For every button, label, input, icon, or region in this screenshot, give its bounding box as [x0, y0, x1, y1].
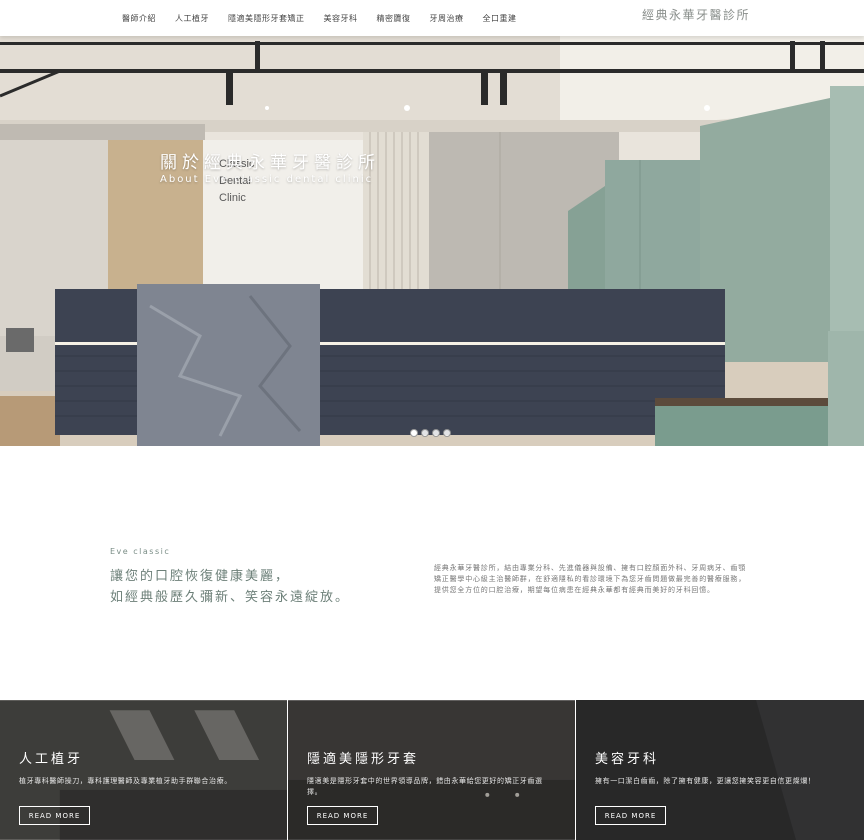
card-description: 隱適美是隱形牙套中的世界領導品牌，錯由永華給您更好的矯正牙齒選擇。 — [307, 777, 543, 796]
main-nav: 醫師介紹 人工植牙 隱適美隱形牙套矯正 美容牙科 精密贗復 牙周治療 全口重建 — [122, 0, 536, 36]
hero-banner: Classic Dental Clinic 關於經典永華牙醫診所 About E… — [0, 36, 864, 446]
hero-interior-photo — [0, 36, 864, 446]
service-card-cosmetic[interactable]: 美容牙科 擁有一口潔白齒齒，除了擁有健康，更讓您擁笑容更自信更燦爛！ READ … — [576, 700, 864, 840]
about-intro: 經典永華牙醫診所，結由專業分科、先進儀器與設備、擁有口腔顏面外科、牙周病牙、齒顎… — [434, 564, 746, 594]
slider-pagination — [410, 429, 451, 437]
card-title: 人工植牙 — [19, 752, 84, 767]
service-card-invisalign[interactable]: 隱適美隱形牙套 隱適美是隱形牙套中的世界領導品牌，錯由永華給您更好的矯正牙齒選擇… — [288, 700, 576, 840]
site-header: 醫師介紹 人工植牙 隱適美隱形牙套矯正 美容牙科 精密贗復 牙周治療 全口重建 … — [0, 0, 864, 36]
slider-dot[interactable] — [443, 429, 451, 437]
nav-item-prosthetics[interactable]: 精密贗復 — [377, 13, 411, 24]
hero-subtitle: About Eve classic dental clinic — [160, 174, 374, 185]
card-description: 植牙專科醫師操刀，專科護理醫師及專業植牙助手群聯合治療。 — [19, 777, 232, 785]
card-description: 擁有一口潔白齒齒，除了擁有健康，更讓您擁笑容更自信更燦爛！ — [595, 777, 816, 785]
read-more-button[interactable]: READ MORE — [19, 806, 90, 825]
read-more-button[interactable]: READ MORE — [307, 806, 378, 825]
headline-line-1: 讓您的口腔恢復健康美麗， — [110, 569, 291, 584]
read-more-button[interactable]: READ MORE — [595, 806, 666, 825]
about-headline: 讓您的口腔恢復健康美麗， 如經典般歷久彌新、笑容永遠綻放。 — [110, 566, 350, 608]
hero-title: 關於經典永華牙醫診所 — [160, 153, 380, 173]
card-title: 美容牙科 — [595, 752, 660, 767]
nav-item-periodontal[interactable]: 牙周治療 — [430, 13, 464, 24]
about-eyebrow: Eve classic — [110, 547, 171, 556]
nav-item-implant[interactable]: 人工植牙 — [175, 13, 209, 24]
service-cards: 人工植牙 植牙專科醫師操刀，專科護理醫師及專業植牙助手群聯合治療。 READ M… — [0, 700, 864, 840]
nav-item-full-mouth[interactable]: 全口重建 — [483, 13, 517, 24]
nav-item-doctors[interactable]: 醫師介紹 — [122, 13, 156, 24]
nav-item-invisalign[interactable]: 隱適美隱形牙套矯正 — [228, 13, 305, 24]
headline-line-2: 如經典般歷久彌新、笑容永遠綻放。 — [110, 590, 351, 605]
clinic-logo[interactable]: 經典永華牙醫診所 — [642, 6, 750, 23]
slider-dot[interactable] — [410, 429, 418, 437]
nav-item-cosmetic[interactable]: 美容牙科 — [324, 13, 358, 24]
slider-dot[interactable] — [432, 429, 440, 437]
card-title: 隱適美隱形牙套 — [307, 752, 420, 767]
service-card-implant[interactable]: 人工植牙 植牙專科醫師操刀，專科護理醫師及專業植牙助手群聯合治療。 READ M… — [0, 700, 288, 840]
slider-dot[interactable] — [421, 429, 429, 437]
